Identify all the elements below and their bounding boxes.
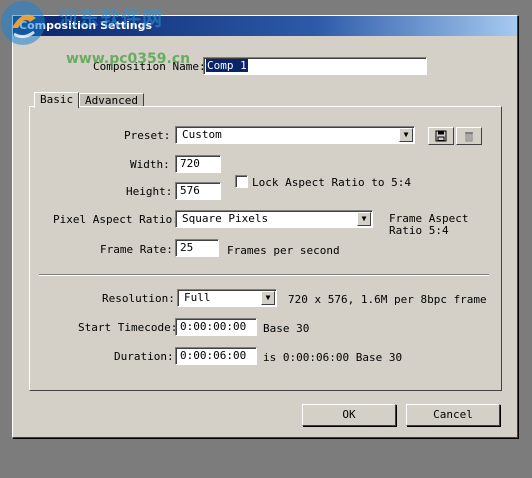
tab-basic[interactable]: Basic — [34, 92, 80, 108]
pixel-aspect-value: Square Pixels — [182, 212, 269, 225]
duration-label: Duration: — [114, 350, 174, 363]
frame-rate-field[interactable]: 25 — [175, 239, 219, 257]
resolution-value: Full — [184, 291, 211, 304]
frame-rate-suffix: Frames per second — [227, 244, 340, 257]
window-title: Composition Settings — [13, 16, 517, 36]
width-label: Width: — [130, 158, 170, 171]
cancel-button[interactable]: Cancel — [406, 404, 500, 426]
composition-name-label: Composition Name: — [93, 60, 206, 73]
composition-name-field[interactable]: Comp 1 — [203, 57, 427, 75]
resolution-dropdown[interactable]: Full ▼ — [177, 289, 277, 307]
width-field[interactable]: 720 — [175, 155, 221, 173]
lock-aspect-label: Lock Aspect Ratio to 5:4 — [252, 176, 411, 189]
chevron-down-icon: ▼ — [261, 291, 275, 305]
duration-field[interactable]: 0:00:06:00 — [175, 347, 257, 365]
start-timecode-base: Base 30 — [263, 322, 310, 335]
height-label: Height: — [126, 185, 173, 198]
composition-name-value: Comp 1 — [206, 59, 248, 72]
floppy-disk-icon — [435, 130, 447, 142]
pixel-aspect-label: Pixel Aspect Ratio: — [53, 213, 179, 226]
preset-value: Custom — [182, 128, 222, 141]
separator — [39, 274, 489, 276]
ok-button[interactable]: OK — [302, 404, 396, 426]
resolution-info: 720 x 576, 1.6M per 8bpc frame — [288, 293, 487, 306]
preset-dropdown[interactable]: Custom ▼ — [175, 126, 415, 144]
frame-rate-label: Frame Rate: — [100, 243, 173, 256]
duration-info: is 0:00:06:00 Base 30 — [263, 351, 403, 364]
delete-preset-button[interactable] — [456, 127, 482, 145]
resolution-label: Resolution: — [102, 292, 175, 305]
chevron-down-icon: ▼ — [399, 128, 413, 142]
start-timecode-label: Start Timecode: — [78, 321, 178, 334]
height-field[interactable]: 576 — [175, 182, 221, 200]
save-preset-button[interactable] — [428, 127, 454, 145]
start-timecode-field[interactable]: 0:00:00:00 — [175, 318, 257, 336]
composition-settings-dialog: Composition Settings Composition Name: C… — [12, 15, 518, 438]
lock-aspect-checkbox[interactable] — [235, 175, 248, 188]
pixel-aspect-dropdown[interactable]: Square Pixels ▼ — [175, 210, 373, 228]
tab-advanced[interactable]: Advanced — [79, 93, 144, 107]
frame-aspect-ratio-info: Ratio 5:4 — [389, 224, 449, 237]
trash-icon — [465, 132, 473, 142]
preset-label: Preset: — [124, 129, 171, 142]
chevron-down-icon: ▼ — [357, 212, 371, 226]
